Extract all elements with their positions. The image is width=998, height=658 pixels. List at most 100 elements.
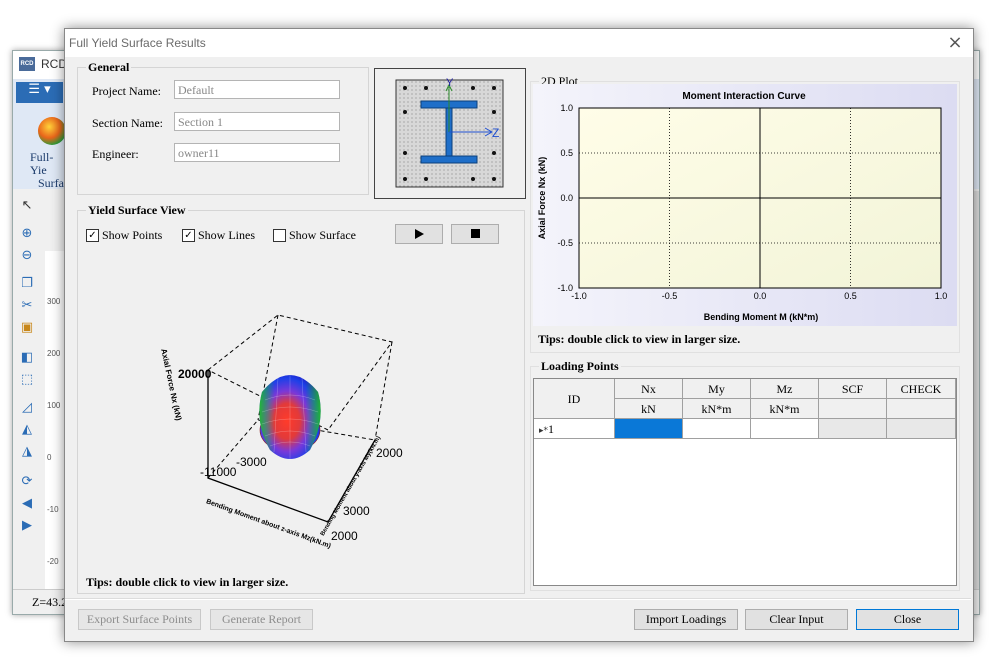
y-tick-label: 1.0: [560, 103, 573, 113]
column-header-nx[interactable]: Nx: [615, 379, 683, 399]
section-name-label: Section Name:: [92, 116, 163, 130]
yield-surface-icon: [38, 117, 66, 145]
interaction-curve-svg: -1.0 -0.5 0.0 0.5 1.0 -1.0 -0.5 0.0 0.5 1.0 Momen…: [533, 84, 957, 326]
dialog-title: Full Yield Surface Results: [69, 36, 206, 50]
zoom-in-icon[interactable]: ⊕: [19, 227, 35, 241]
cell-mz[interactable]: [751, 419, 819, 439]
engineer-field[interactable]: owner11: [174, 143, 340, 162]
app-menu-button[interactable]: ☰ ▾: [16, 82, 63, 103]
loading-points-legend: Loading Points: [541, 359, 619, 373]
x-tick-label: 0.0: [754, 291, 767, 301]
rotate-icon[interactable]: ◮: [19, 445, 35, 459]
cut-icon[interactable]: ✂: [19, 299, 35, 313]
loading-points-grid[interactable]: ID Nx My Mz SCF CHECK kN kN*m kN*m ▸*1: [533, 378, 957, 586]
show-lines-label: Show Lines: [198, 228, 255, 242]
y-tick-label: 0.5: [560, 148, 573, 158]
project-name-field[interactable]: Default: [174, 80, 340, 99]
close-button[interactable]: Close: [856, 609, 959, 630]
chart-xlabel: Bending Moment M (kN*m): [704, 312, 819, 322]
y-tick-label: -0.5: [557, 238, 573, 248]
unit-header-nx: kN: [615, 399, 683, 419]
section-name-field[interactable]: Section 1: [174, 112, 340, 131]
nx-bottom-tick: -11000: [200, 465, 237, 479]
cell-my[interactable]: [683, 419, 751, 439]
y-axis-label: Y: [446, 77, 454, 89]
column-header-my[interactable]: My: [683, 379, 751, 399]
play-icon: [415, 229, 424, 239]
mz-tick-1: -3000: [236, 455, 267, 469]
table-row[interactable]: ▸*1: [534, 419, 615, 439]
ruler-tick: 0: [47, 453, 52, 462]
x-tick-label: -1.0: [571, 291, 587, 301]
app-logo: RCD: [19, 57, 35, 71]
ruler-tick: 300: [47, 297, 61, 306]
column-header-mz[interactable]: Mz: [751, 379, 819, 399]
my-tick-1: 3000: [343, 504, 370, 518]
steel-bottom-flange: [420, 155, 478, 164]
move-icon[interactable]: ◧: [19, 351, 35, 365]
general-legend: General: [88, 60, 130, 74]
z-axis-label: Z: [492, 126, 499, 140]
x-tick-label: 1.0: [935, 291, 948, 301]
play-button[interactable]: [395, 224, 443, 244]
zoom-out-icon[interactable]: ⊖: [19, 249, 35, 263]
copy-icon[interactable]: ❐: [19, 277, 35, 291]
cell-scf: [819, 419, 887, 439]
ruler-tick: 100: [47, 401, 61, 410]
show-points-label: Show Points: [102, 228, 163, 242]
unit-header-my: kN*m: [683, 399, 751, 419]
my-tick-2: 2000: [331, 529, 358, 543]
refresh-icon[interactable]: ⟳: [19, 475, 35, 489]
nx-top-tick: 20000: [178, 367, 212, 381]
left-toolbar: ↖ ⊕ ⊖ ❐ ✂ ▣ ◧ ⬚ ◿ ◭ ◮ ⟳ ◀ ▶: [13, 191, 43, 591]
row-id: 1: [548, 422, 555, 436]
x-tick-label: -0.5: [662, 291, 678, 301]
show-surface-label: Show Surface: [289, 228, 356, 242]
mz-tick-2: 2000: [376, 446, 403, 460]
yield-view-tips: Tips: double click to view in larger siz…: [86, 575, 289, 589]
paste-icon[interactable]: ▣: [19, 321, 35, 335]
select-icon[interactable]: ⬚: [19, 373, 35, 387]
generate-report-button[interactable]: Generate Report: [210, 609, 313, 630]
section-preview: Y Z: [374, 68, 526, 199]
arrow-left-icon[interactable]: ◀: [19, 497, 35, 511]
pointer-icon[interactable]: ↖: [19, 199, 35, 213]
column-header-check[interactable]: CHECK: [887, 379, 956, 399]
yield-surface-3d-plot[interactable]: 20000 -11000 -3000 2000 3000 2000 Axial …: [150, 300, 420, 570]
cell-check: [887, 419, 956, 439]
close-icon[interactable]: ×: [945, 33, 965, 53]
import-loadings-button[interactable]: Import Loadings: [634, 609, 738, 630]
checkmark-icon: ✓: [86, 229, 99, 242]
dialog-titlebar: Full Yield Surface Results ×: [65, 29, 973, 57]
status-coordinate: Z=43.2: [32, 595, 68, 609]
button-bar-separator: [65, 598, 971, 600]
x-tick-label: 0.5: [844, 291, 857, 301]
vertical-ruler: 300 200 100 0 -10 -20 -30: [45, 251, 66, 616]
cell-nx[interactable]: [615, 419, 683, 439]
section-preview-drawing: Y Z: [395, 77, 504, 188]
arrow-right-icon[interactable]: ▶: [19, 519, 35, 533]
export-surface-points-button[interactable]: Export Surface Points: [78, 609, 201, 630]
unit-header-mz: kN*m: [751, 399, 819, 419]
checkmark-icon: ✓: [182, 229, 195, 242]
chart-title: Moment Interaction Curve: [682, 91, 806, 102]
stop-icon: [471, 229, 480, 238]
yield-surface-legend: Yield Surface View: [88, 203, 186, 217]
unit-header-check: [887, 399, 956, 419]
ruler-tick: -20: [47, 557, 59, 566]
interaction-curve-chart[interactable]: -1.0 -0.5 0.0 0.5 1.0 -1.0 -0.5 0.0 0.5 1.0 Momen…: [533, 84, 957, 326]
stop-button[interactable]: [451, 224, 499, 244]
ruler-tick: 200: [47, 349, 61, 358]
y-tick-label: -1.0: [557, 283, 573, 293]
new-row-marker-icon: ▸*: [539, 426, 549, 436]
column-header-id[interactable]: ID: [534, 379, 615, 419]
mirror-icon[interactable]: ◭: [19, 423, 35, 437]
plot2d-tips: Tips: double click to view in larger siz…: [538, 332, 741, 346]
unit-header-scf: [819, 399, 887, 419]
project-name-label: Project Name:: [92, 84, 161, 98]
y-tick-label: 0.0: [560, 193, 573, 203]
full-yield-surface-button[interactable]: Full-Yie Surfac: [16, 109, 69, 190]
shape-icon[interactable]: ◿: [19, 401, 35, 415]
column-header-scf[interactable]: SCF: [819, 379, 887, 399]
clear-input-button[interactable]: Clear Input: [745, 609, 848, 630]
